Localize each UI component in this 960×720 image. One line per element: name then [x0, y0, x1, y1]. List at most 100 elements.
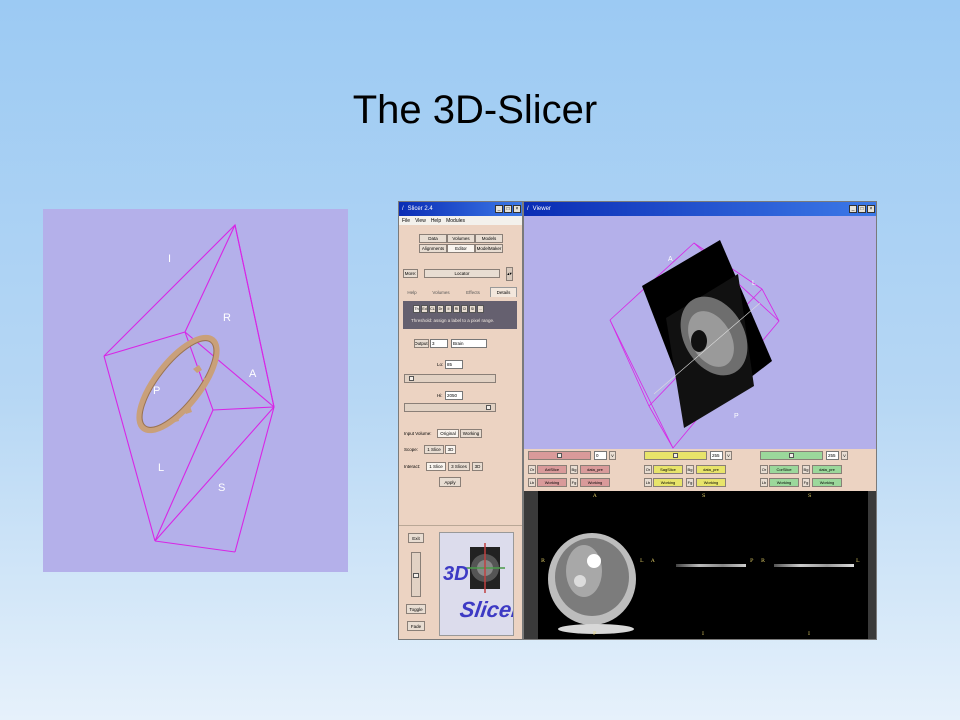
axial-bg-button[interactable]: Bg: [570, 465, 578, 474]
output-name-field[interactable]: Brain: [451, 339, 487, 348]
hi-value-field[interactable]: 2050: [445, 391, 463, 400]
axial-offset-slider[interactable]: [528, 451, 591, 460]
coronal-slider-thumb[interactable]: [789, 453, 794, 458]
axial-slider-value[interactable]: 0: [594, 451, 607, 460]
sagittal-lb-button[interactable]: Lb: [644, 478, 652, 487]
axial-slice-view[interactable]: A R L P: [538, 491, 648, 639]
sagittal-slider-value[interactable]: 255: [710, 451, 723, 460]
axial-lb-volume-button[interactable]: Working: [537, 478, 567, 487]
axial-orient-button[interactable]: AxiSlice: [537, 465, 567, 474]
coronal-bg-volume-button[interactable]: data_pre: [812, 465, 842, 474]
effect-th-button[interactable]: Th: [413, 305, 420, 313]
effect-more-button[interactable]: ...: [477, 305, 484, 313]
more-button[interactable]: More:: [403, 269, 418, 278]
apply-button[interactable]: Apply: [439, 477, 461, 487]
coronal-slider-value[interactable]: 255: [826, 451, 839, 460]
sagittal-fg-volume-button[interactable]: Working: [696, 478, 726, 487]
lo-value-field[interactable]: 85: [445, 360, 463, 369]
coronal-or-button[interactable]: Or: [760, 465, 768, 474]
menu-view[interactable]: View: [415, 218, 426, 224]
close-icon[interactable]: ×: [513, 205, 521, 213]
interact-3d-button[interactable]: 3D: [472, 462, 483, 471]
scope-1slice-button[interactable]: 1 Slice: [424, 445, 444, 454]
coronal-offset-slider[interactable]: [760, 451, 823, 460]
sagittal-slice-view[interactable]: S A P I: [648, 491, 758, 639]
tab-details[interactable]: Details: [490, 287, 517, 297]
coronal-fg-button[interactable]: Fg: [802, 478, 810, 487]
coronal-orient-button[interactable]: CorSlice: [769, 465, 799, 474]
hi-slider-thumb[interactable]: [486, 405, 491, 410]
fade-slider[interactable]: [411, 552, 421, 597]
coronal-lb-volume-button[interactable]: Working: [769, 478, 799, 487]
input-original-button[interactable]: Original: [437, 429, 459, 438]
axial-fg-button[interactable]: Fg: [570, 478, 578, 487]
sagittal-lb-volume-button[interactable]: Working: [653, 478, 683, 487]
coronal-lb-button[interactable]: Lb: [760, 478, 768, 487]
lo-slider[interactable]: [404, 374, 496, 383]
sagittal-fg-button[interactable]: Fg: [686, 478, 694, 487]
interact-3slices-button[interactable]: 3 Slices: [448, 462, 470, 471]
fade-button[interactable]: Fade: [407, 621, 425, 631]
output-button[interactable]: Output:: [414, 339, 429, 348]
axial-slider-thumb[interactable]: [557, 453, 562, 458]
axial-fg-volume-button[interactable]: Working: [580, 478, 610, 487]
slice-left-margin: [524, 491, 538, 639]
module-scroll-arrow-icon[interactable]: ▴▾: [506, 267, 513, 281]
lo-slider-thumb[interactable]: [409, 376, 414, 381]
input-working-button[interactable]: Working: [460, 429, 482, 438]
effect-si-button[interactable]: SI: [469, 305, 476, 313]
module-tabs: Help Volumes Effects Details: [401, 287, 518, 297]
module-modelmaker-button[interactable]: ModelMaker: [475, 244, 503, 253]
sagittal-or-button[interactable]: Or: [644, 465, 652, 474]
menu-help[interactable]: Help: [431, 218, 441, 224]
fade-slider-thumb[interactable]: [413, 573, 419, 578]
effect-ed-button[interactable]: Ed: [421, 305, 428, 313]
effect-ii-button[interactable]: II: [445, 305, 452, 313]
viewer-maximize-icon[interactable]: □: [858, 205, 866, 213]
tab-volumes[interactable]: Volumes: [425, 287, 457, 297]
coronal-fg-volume-button[interactable]: Working: [812, 478, 842, 487]
sagittal-offset-slider[interactable]: [644, 451, 707, 460]
coronal-bg-button[interactable]: Bg: [802, 465, 810, 474]
effect-ci-button[interactable]: CI: [461, 305, 468, 313]
sagittal-orient-button[interactable]: SagSlice: [653, 465, 683, 474]
sagittal-bg-button[interactable]: Bg: [686, 465, 694, 474]
interact-1slice-button[interactable]: 1 Slice: [426, 462, 446, 471]
coronal-v-button[interactable]: V: [841, 451, 848, 460]
coronal-slice-view[interactable]: S R L I: [758, 491, 868, 639]
axial-v-button[interactable]: V: [609, 451, 616, 460]
module-models-button[interactable]: Models: [475, 234, 503, 243]
sagittal-bg-volume-button[interactable]: data_pre: [696, 465, 726, 474]
locator-button[interactable]: Locator: [424, 269, 500, 278]
axis-label-s: S: [218, 482, 225, 494]
effect-ri-button[interactable]: RI: [453, 305, 460, 313]
hi-slider[interactable]: [404, 403, 496, 412]
scope-3d-button[interactable]: 3D: [445, 445, 456, 454]
viewer-3d-view[interactable]: A L P: [524, 216, 876, 449]
axial-bg-volume-button[interactable]: data_pre: [580, 465, 610, 474]
effect-dr-button[interactable]: Dr: [437, 305, 444, 313]
maximize-icon[interactable]: □: [504, 205, 512, 213]
tab-effects[interactable]: Effects: [459, 287, 487, 297]
axial-or-button[interactable]: Or: [528, 465, 536, 474]
tab-help[interactable]: Help: [401, 287, 423, 297]
viewer-close-icon[interactable]: ×: [867, 205, 875, 213]
exit-button[interactable]: Exit: [408, 533, 424, 543]
module-volumes-button[interactable]: Volumes: [447, 234, 475, 243]
menu-file[interactable]: File: [402, 218, 410, 224]
coronal-label-left: R: [761, 558, 765, 564]
head-model-icon: [136, 334, 220, 434]
effect-cl-button[interactable]: CL: [429, 305, 436, 313]
menu-modules[interactable]: Modules: [446, 218, 465, 224]
module-alignments-button[interactable]: Alignments: [419, 244, 447, 253]
axial-lb-button[interactable]: Lb: [528, 478, 536, 487]
minimize-icon[interactable]: _: [495, 205, 503, 213]
axial-label-bottom: P: [593, 631, 597, 637]
output-value-field[interactable]: 3: [430, 339, 448, 348]
viewer-minimize-icon[interactable]: _: [849, 205, 857, 213]
sagittal-slider-thumb[interactable]: [673, 453, 678, 458]
module-data-button[interactable]: Data: [419, 234, 447, 243]
toggle-button[interactable]: Toggle: [406, 604, 426, 614]
sagittal-v-button[interactable]: V: [725, 451, 732, 460]
module-editor-button[interactable]: Editor: [447, 244, 475, 253]
